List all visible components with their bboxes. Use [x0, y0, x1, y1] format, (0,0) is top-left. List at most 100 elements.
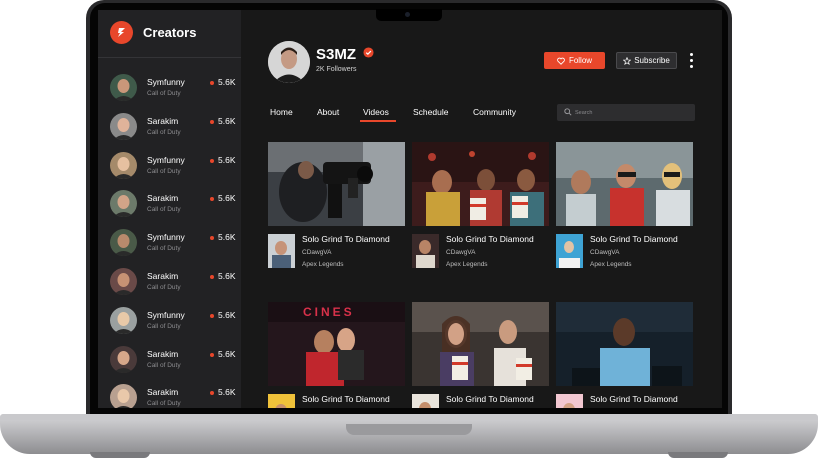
- heart-icon: [557, 57, 565, 65]
- search-icon: [564, 108, 572, 116]
- video-thumbnail[interactable]: [412, 142, 549, 226]
- channel-page: S3MZ 2K Followers Follow Subscribe Home …: [241, 10, 722, 408]
- creator-name: Sarakim: [147, 348, 179, 359]
- video-channel-thumb: [412, 234, 439, 268]
- creator-avatar[interactable]: [110, 229, 137, 257]
- brand: Creators: [110, 21, 196, 44]
- live-dot-icon: [210, 197, 214, 202]
- live-dot-icon: [210, 391, 214, 396]
- video-channel[interactable]: CDawgVA: [590, 249, 620, 256]
- video-title[interactable]: Solo Grind To Diamond: [590, 394, 678, 404]
- subscribe-button[interactable]: Subscribe: [616, 52, 677, 69]
- video-channel-thumb: [556, 234, 583, 268]
- verified-badge-icon: [363, 47, 374, 58]
- more-options-icon[interactable]: [690, 53, 694, 69]
- creator-avatar[interactable]: [110, 345, 137, 373]
- video-channel[interactable]: CDawgVA: [446, 249, 476, 256]
- video-thumbnail[interactable]: [556, 302, 693, 386]
- active-tab-indicator: [360, 120, 396, 122]
- video-title[interactable]: Solo Grind To Diamond: [302, 234, 390, 244]
- creator-avatar[interactable]: [110, 306, 137, 334]
- creator-name: Symfunny: [147, 77, 185, 87]
- creator-item[interactable]: Sarakim Call of Duty 5.6K: [110, 345, 238, 385]
- creator-name: Sarakim: [147, 193, 179, 204]
- creator-item[interactable]: Sarakim Call of Duty 5.6K: [110, 384, 238, 408]
- video-thumbnail[interactable]: [412, 302, 549, 386]
- creator-item[interactable]: Symfunny Call of Duty 5.6K: [110, 151, 238, 191]
- creator-avatar[interactable]: [110, 151, 137, 179]
- follower-count: 2K Followers: [316, 66, 357, 73]
- video-channel-thumb: [556, 394, 583, 408]
- creator-game: Call of Duty: [147, 128, 181, 136]
- creator-game: Call of Duty: [147, 90, 181, 97]
- video-title[interactable]: Solo Grind To Diamond: [446, 234, 534, 244]
- creator-item[interactable]: Symfunny Call of Duty 5.6K: [110, 229, 238, 268]
- app-screen: Creators Symfunny Call of Duty 5.6K Sarakim…: [98, 10, 722, 408]
- video-channel[interactable]: CDawgVA: [302, 249, 332, 256]
- creator-avatar[interactable]: [110, 190, 137, 218]
- tab-about[interactable]: About: [317, 107, 339, 117]
- creator-viewers: 5.6K: [218, 232, 236, 243]
- cinema-sign-text: CINES: [303, 305, 355, 319]
- creator-name: Sarakim: [147, 387, 179, 398]
- channel-avatar[interactable]: [268, 41, 310, 83]
- tab-videos[interactable]: Videos: [363, 107, 389, 117]
- creator-game: Call of Duty: [147, 167, 181, 175]
- creator-game: Call of Duty: [147, 206, 181, 214]
- creator-item[interactable]: Sarakim Call of Duty 5.6K: [110, 112, 238, 152]
- star-icon: [623, 56, 632, 65]
- tab-community[interactable]: Community: [473, 107, 516, 117]
- video-thumbnail[interactable]: [268, 142, 405, 226]
- live-dot-icon: [210, 274, 214, 279]
- creator-avatar[interactable]: [110, 267, 137, 295]
- live-dot-icon: [210, 119, 214, 124]
- creator-item[interactable]: Symfunny Call of Duty 5.6K: [110, 74, 238, 113]
- creator-viewers: 5.6K: [218, 115, 236, 126]
- creator-avatar[interactable]: [110, 384, 137, 408]
- creator-viewers: 5.6K: [218, 270, 236, 281]
- tab-schedule[interactable]: Schedule: [413, 107, 448, 117]
- laptop-foot-right: [668, 452, 728, 458]
- creator-avatar[interactable]: [110, 74, 137, 101]
- creator-viewers: 5.6K: [218, 77, 236, 87]
- laptop-thumb-groove: [346, 424, 472, 435]
- tab-home[interactable]: Home: [270, 107, 293, 117]
- live-dot-icon: [210, 313, 214, 318]
- creator-name: Symfunny: [147, 309, 185, 320]
- video-title[interactable]: Solo Grind To Diamond: [302, 394, 390, 404]
- video-thumbnail[interactable]: CINES: [268, 302, 405, 386]
- video-title[interactable]: Solo Grind To Diamond: [590, 234, 678, 244]
- camera-icon: [405, 12, 410, 17]
- sidebar-title: Creators: [143, 25, 197, 40]
- creator-game: Call of Duty: [147, 361, 181, 369]
- channel-name: S3MZ: [316, 46, 357, 63]
- video-thumbnail[interactable]: [556, 142, 693, 226]
- video-channel-thumb: [268, 234, 295, 268]
- live-dot-icon: [210, 236, 214, 241]
- video-channel-thumb: [412, 394, 439, 408]
- video-channel-thumb: [268, 394, 295, 408]
- creator-item[interactable]: Symfunny Call of Duty 5.6K: [110, 306, 238, 346]
- brand-logo-icon: [110, 21, 133, 44]
- creator-item[interactable]: Sarakim Call of Duty 5.6K: [110, 267, 238, 307]
- creator-viewers: 5.6K: [218, 193, 236, 204]
- video-title[interactable]: Solo Grind To Diamond: [446, 394, 534, 404]
- creator-avatar[interactable]: [110, 112, 137, 140]
- follow-label: Follow: [568, 56, 593, 65]
- creator-name: Sarakim: [147, 115, 179, 126]
- creator-list: Symfunny Call of Duty 5.6K Sarakim Call of D…: [110, 74, 238, 408]
- creator-item[interactable]: Sarakim Call of Duty 5.6K: [110, 190, 238, 229]
- live-dot-icon: [210, 81, 214, 85]
- video-game: Apex Legends: [446, 261, 488, 268]
- laptop-base-edge: [0, 414, 818, 420]
- live-dot-icon: [210, 352, 214, 357]
- creator-name: Symfunny: [147, 232, 185, 243]
- sidebar-divider: [98, 57, 241, 58]
- search-box[interactable]: [557, 104, 695, 121]
- creator-game: Call of Duty: [147, 245, 181, 253]
- live-dot-icon: [210, 158, 214, 163]
- creator-name: Sarakim: [147, 270, 179, 281]
- follow-button[interactable]: Follow: [544, 52, 605, 69]
- search-input[interactable]: [575, 106, 687, 119]
- video-game: Apex Legends: [590, 261, 632, 268]
